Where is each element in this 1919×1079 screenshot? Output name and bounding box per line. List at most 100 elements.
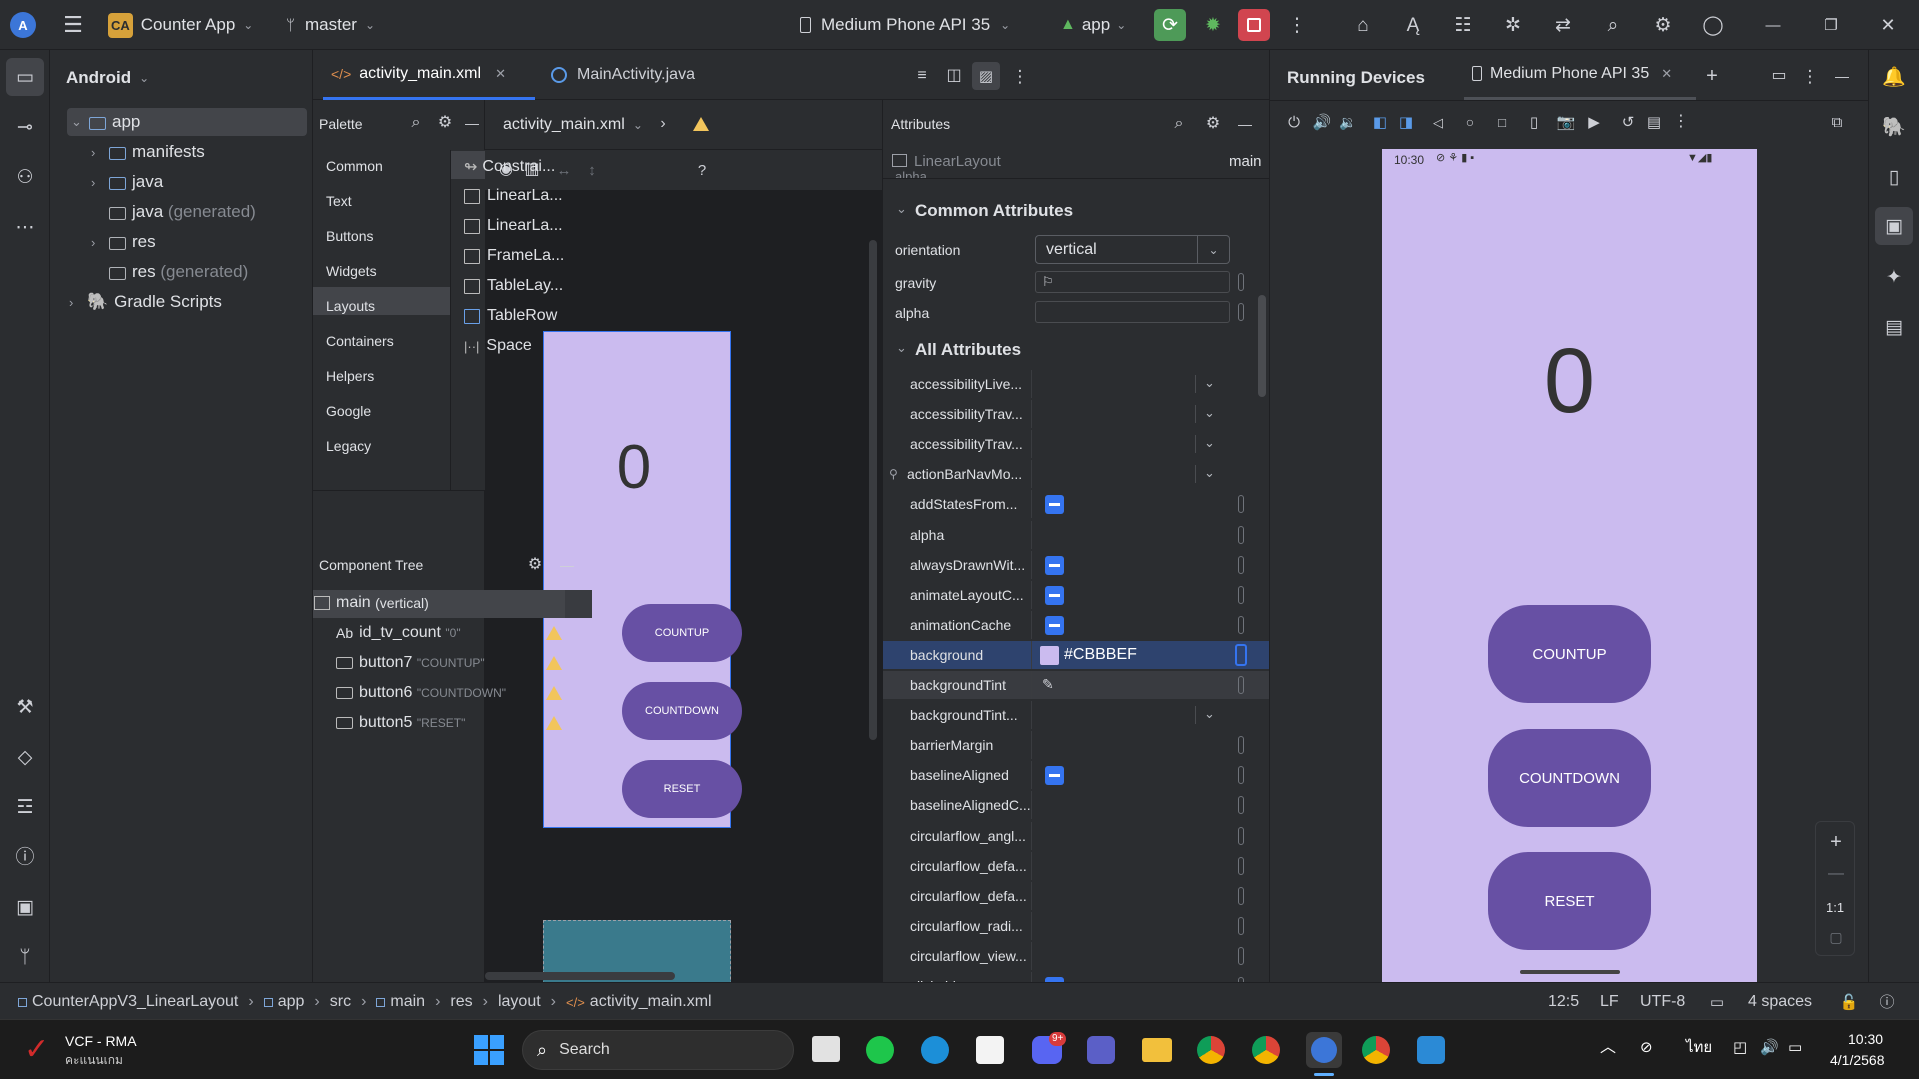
clock-date[interactable]: 4/1/2568: [1830, 1053, 1885, 1067]
settings-icon[interactable]: ⚙: [524, 554, 546, 576]
palette-item-tablerow[interactable]: TableRow: [464, 307, 557, 325]
tree-item-manifests[interactable]: › manifests: [91, 138, 205, 166]
overview-icon[interactable]: □: [1491, 111, 1513, 133]
attr-pin[interactable]: [1238, 796, 1244, 814]
breadcrumb-item[interactable]: app: [278, 993, 305, 1011]
running-devices-icon[interactable]: ▣: [1875, 207, 1913, 245]
gemini-icon[interactable]: ✦: [1879, 262, 1909, 292]
attr-pin[interactable]: [1238, 495, 1244, 513]
orientation-dropdown[interactable]: vertical ⌄: [1035, 235, 1230, 264]
android-studio-logo-icon[interactable]: A: [10, 12, 36, 38]
indeterminate-checkbox[interactable]: [1045, 495, 1064, 514]
line-separator[interactable]: LF: [1600, 994, 1619, 1010]
palette-category-helpers[interactable]: Helpers: [326, 368, 374, 384]
add-device-icon[interactable]: +: [1700, 64, 1724, 88]
taskbar-search[interactable]: ⌕ Search: [522, 1030, 794, 1070]
teams-app-icon[interactable]: [1087, 1036, 1115, 1064]
close-tab-icon[interactable]: ✕: [1661, 66, 1672, 82]
device-manager-icon[interactable]: ▯: [1879, 162, 1909, 192]
attr-pin[interactable]: [1238, 556, 1244, 574]
device-selector[interactable]: Medium Phone API 35 ⌄: [800, 12, 1010, 38]
structure-icon[interactable]: ⚇: [10, 162, 40, 192]
device-manager-icon[interactable]: ⌂: [1350, 12, 1376, 38]
indent-setting[interactable]: 4 spaces: [1748, 994, 1812, 1010]
tab-activity-main[interactable]: </> activity_main.xml ✕: [323, 50, 535, 100]
breadcrumb-item[interactable]: activity_main.xml: [590, 993, 712, 1011]
network-off-icon[interactable]: ⊘: [1640, 1040, 1653, 1055]
battery-icon[interactable]: ▭: [1788, 1040, 1802, 1055]
palette-item-constraintlayout[interactable]: ↬ Constrai...: [464, 157, 555, 177]
settings-icon[interactable]: ⚙: [434, 112, 456, 134]
mirror-icon[interactable]: ⧉: [1826, 111, 1848, 133]
more-tools-icon[interactable]: ⋯: [10, 212, 40, 242]
breadcrumb-item[interactable]: src: [330, 993, 351, 1011]
chevron-down-icon[interactable]: ⌄: [1204, 435, 1215, 451]
account-icon[interactable]: ◯: [1700, 12, 1726, 38]
design-scrollbar[interactable]: [869, 240, 877, 740]
settings-icon[interactable]: ⚙: [1650, 12, 1676, 38]
attr-pin[interactable]: [1238, 857, 1244, 875]
reset-icon[interactable]: ↺: [1617, 111, 1639, 133]
attribute-value[interactable]: #CBBBEF: [1064, 647, 1137, 663]
file-explorer-app-icon[interactable]: [812, 1036, 840, 1062]
all-attributes-header[interactable]: All Attributes: [915, 341, 1021, 358]
photos-app-icon[interactable]: [1417, 1036, 1445, 1064]
horizontal-arrows-icon[interactable]: ↔: [553, 159, 575, 181]
file-encoding[interactable]: UTF-8: [1640, 994, 1685, 1010]
palette-item-tablelayout[interactable]: TableLay...: [464, 277, 563, 295]
chrome-app-icon[interactable]: [1197, 1036, 1225, 1064]
component-main[interactable]: main (vertical): [314, 594, 429, 612]
color-swatch[interactable]: [1040, 646, 1059, 665]
common-attributes-header[interactable]: Common Attributes: [915, 202, 1073, 219]
tree-item-java[interactable]: › java: [91, 168, 163, 196]
breadcrumb-item[interactable]: main: [390, 993, 425, 1011]
search-icon[interactable]: ⌕: [405, 112, 427, 134]
attr-pin[interactable]: [1235, 644, 1247, 666]
stop-icon[interactable]: [1238, 9, 1270, 41]
minimize-icon[interactable]: —: [1234, 113, 1256, 135]
project-view-selector[interactable]: Android ⌄: [66, 68, 149, 88]
attr-pin[interactable]: [1238, 526, 1244, 544]
edge-app-icon[interactable]: [921, 1036, 949, 1064]
read-only-toggle-icon[interactable]: ▭: [1706, 991, 1728, 1013]
minimize-icon[interactable]: —: [556, 554, 578, 576]
component-id-tv-count[interactable]: Ab id_tv_count "0": [336, 624, 461, 642]
chevron-up-icon[interactable]: ︿: [1600, 1040, 1616, 1056]
device-tab[interactable]: Medium Phone API 35 ✕: [1464, 50, 1696, 100]
snapshot-icon[interactable]: ▤: [1643, 111, 1665, 133]
device-frame-icon[interactable]: ▯: [1523, 111, 1545, 133]
weather-widget[interactable]: ✓ VCF - RMA คะแนนเกม: [20, 1028, 180, 1072]
lock-icon[interactable]: 🔓: [1838, 991, 1860, 1013]
warning-icon[interactable]: [546, 686, 562, 700]
design-reset-button[interactable]: RESET: [622, 760, 742, 818]
chevron-down-icon[interactable]: ⌄: [1204, 706, 1215, 722]
volume-down-icon[interactable]: 🔉: [1337, 111, 1359, 133]
alpha-field[interactable]: [1035, 301, 1230, 323]
component-button7[interactable]: button7 "COUNTUP": [336, 654, 485, 672]
build-variants-icon[interactable]: ☷: [1450, 12, 1476, 38]
start-button[interactable]: [474, 1035, 504, 1065]
more-actions-icon[interactable]: ⋮: [1284, 12, 1310, 38]
palette-category-google[interactable]: Google: [326, 403, 371, 419]
build-icon[interactable]: ⚒: [10, 692, 40, 722]
zoom-out-icon[interactable]: —: [1824, 862, 1848, 886]
main-menu-icon[interactable]: ☰: [60, 12, 86, 38]
attr-pin[interactable]: [1238, 947, 1244, 965]
rotate-right-icon[interactable]: ◨: [1395, 111, 1417, 133]
store-app-icon[interactable]: [976, 1036, 1004, 1064]
design-preview[interactable]: 0 COUNTUP COUNTDOWN RESET: [543, 331, 742, 828]
chevron-down-icon[interactable]: ⌄: [1204, 465, 1215, 481]
tab-main-activity[interactable]: MainActivity.java: [543, 50, 733, 100]
chrome-profile-app-icon[interactable]: [1252, 1036, 1280, 1064]
palette-item-framelayout[interactable]: FrameLa...: [464, 247, 564, 265]
device-explorer-icon[interactable]: ▤: [1879, 312, 1909, 342]
emulator-screen[interactable]: 10:30 ⊘ ⚘ ▮ ▪ ▼◢▮ 0 COUNTUP COUNTDOWN RE…: [1382, 149, 1757, 982]
gravity-field[interactable]: ⚐: [1035, 271, 1230, 293]
component-tree-scroll[interactable]: [565, 590, 592, 618]
terminal-icon[interactable]: ▣: [10, 892, 40, 922]
branch-selector[interactable]: ᛘ master ⌄: [286, 12, 375, 38]
attr-pin[interactable]: [1238, 303, 1244, 321]
indeterminate-checkbox[interactable]: [1045, 556, 1064, 575]
palette-category-text[interactable]: Text: [326, 193, 352, 209]
notifications-icon[interactable]: 🔔: [1879, 62, 1909, 92]
